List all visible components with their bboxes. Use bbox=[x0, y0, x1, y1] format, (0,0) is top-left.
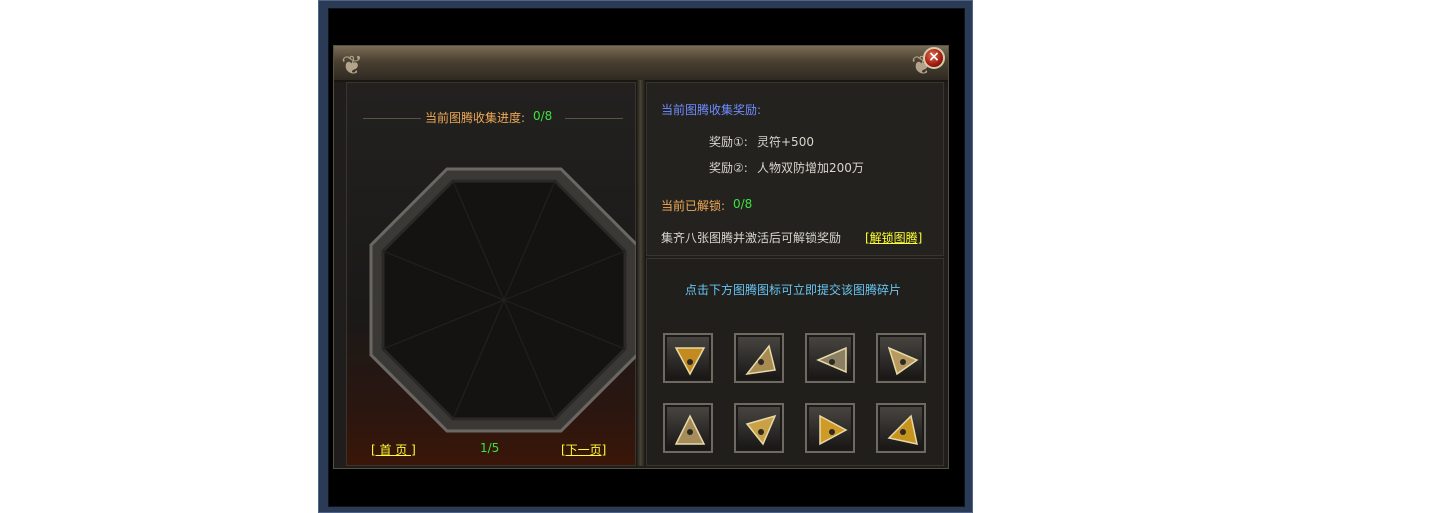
reward2-label: 奖励②: bbox=[709, 161, 748, 175]
totem-fragment-3-icon bbox=[816, 346, 847, 374]
totem-fragment-1-icon bbox=[674, 347, 706, 376]
fragment-slot-2[interactable] bbox=[734, 333, 784, 383]
title-ornament-left bbox=[363, 118, 421, 119]
reward-info-pane: 当前图腾收集奖励: 奖励①: 灵符+500 奖励②: 人物双防增加200万 当前… bbox=[646, 82, 944, 256]
fragment-slot-4[interactable] bbox=[876, 333, 926, 383]
unlocked-label: 当前已解锁: bbox=[661, 199, 726, 213]
unlocked-value: 0/8 bbox=[733, 197, 753, 211]
fragment-slot-6[interactable] bbox=[734, 403, 784, 453]
column-divider bbox=[636, 80, 646, 466]
unlock-totem-link[interactable]: [解锁图腾] bbox=[865, 229, 922, 246]
fragment-slot-8[interactable] bbox=[876, 403, 926, 453]
reward2-value: 人物双防增加200万 bbox=[757, 161, 864, 175]
fragment-submit-pane: 点击下方图腾图标可立即提交该图腾碎片 bbox=[646, 258, 944, 466]
totem-fragment-6-icon bbox=[745, 414, 777, 446]
totem-fragment-7-icon bbox=[819, 414, 848, 446]
fragment-slot-7[interactable] bbox=[805, 403, 855, 453]
reward1-value: 灵符+500 bbox=[757, 135, 814, 149]
reward-title: 当前图腾收集奖励: bbox=[661, 103, 762, 117]
progress-value: 0/8 bbox=[533, 109, 553, 123]
close-button[interactable]: × bbox=[923, 47, 945, 69]
reward1-label: 奖励①: bbox=[709, 135, 748, 149]
unlock-hint: 集齐八张图腾并激活后可解锁奖励 bbox=[661, 231, 842, 245]
fragment-slot-3[interactable] bbox=[805, 333, 855, 383]
close-icon: × bbox=[928, 49, 940, 65]
totem-fragment-5-icon bbox=[674, 414, 706, 445]
panel-title-bar: ❦ ❦ × bbox=[334, 46, 948, 82]
totem-display-pane: 当前图腾收集进度: 0/8 [ 首 页 ] 1/5 [下一页] bbox=[346, 82, 639, 466]
submit-hint: 点击下方图腾图标可立即提交该图腾碎片 bbox=[685, 283, 902, 297]
totem-collection-panel: ❦ ❦ × 当前图腾收集进度: 0/8 [ 首 页 ] 1/5 [下一页] 当前… bbox=[333, 45, 949, 469]
totem-fragment-2-icon bbox=[745, 344, 776, 376]
totem-fragment-8-icon bbox=[887, 414, 918, 445]
totem-octagon-frame bbox=[369, 167, 639, 433]
fragment-slot-5[interactable] bbox=[663, 403, 713, 453]
next-page-link[interactable]: [下一页] bbox=[561, 441, 606, 458]
page-indicator: 1/5 bbox=[480, 441, 500, 455]
fragment-slot-1[interactable] bbox=[663, 333, 713, 383]
totem-fragment-4-icon bbox=[887, 346, 919, 376]
progress-label: 当前图腾收集进度: bbox=[425, 111, 526, 125]
corner-ornament-left-icon: ❦ bbox=[341, 51, 363, 81]
first-page-link[interactable]: [ 首 页 ] bbox=[371, 441, 416, 458]
title-ornament-right bbox=[565, 118, 623, 119]
